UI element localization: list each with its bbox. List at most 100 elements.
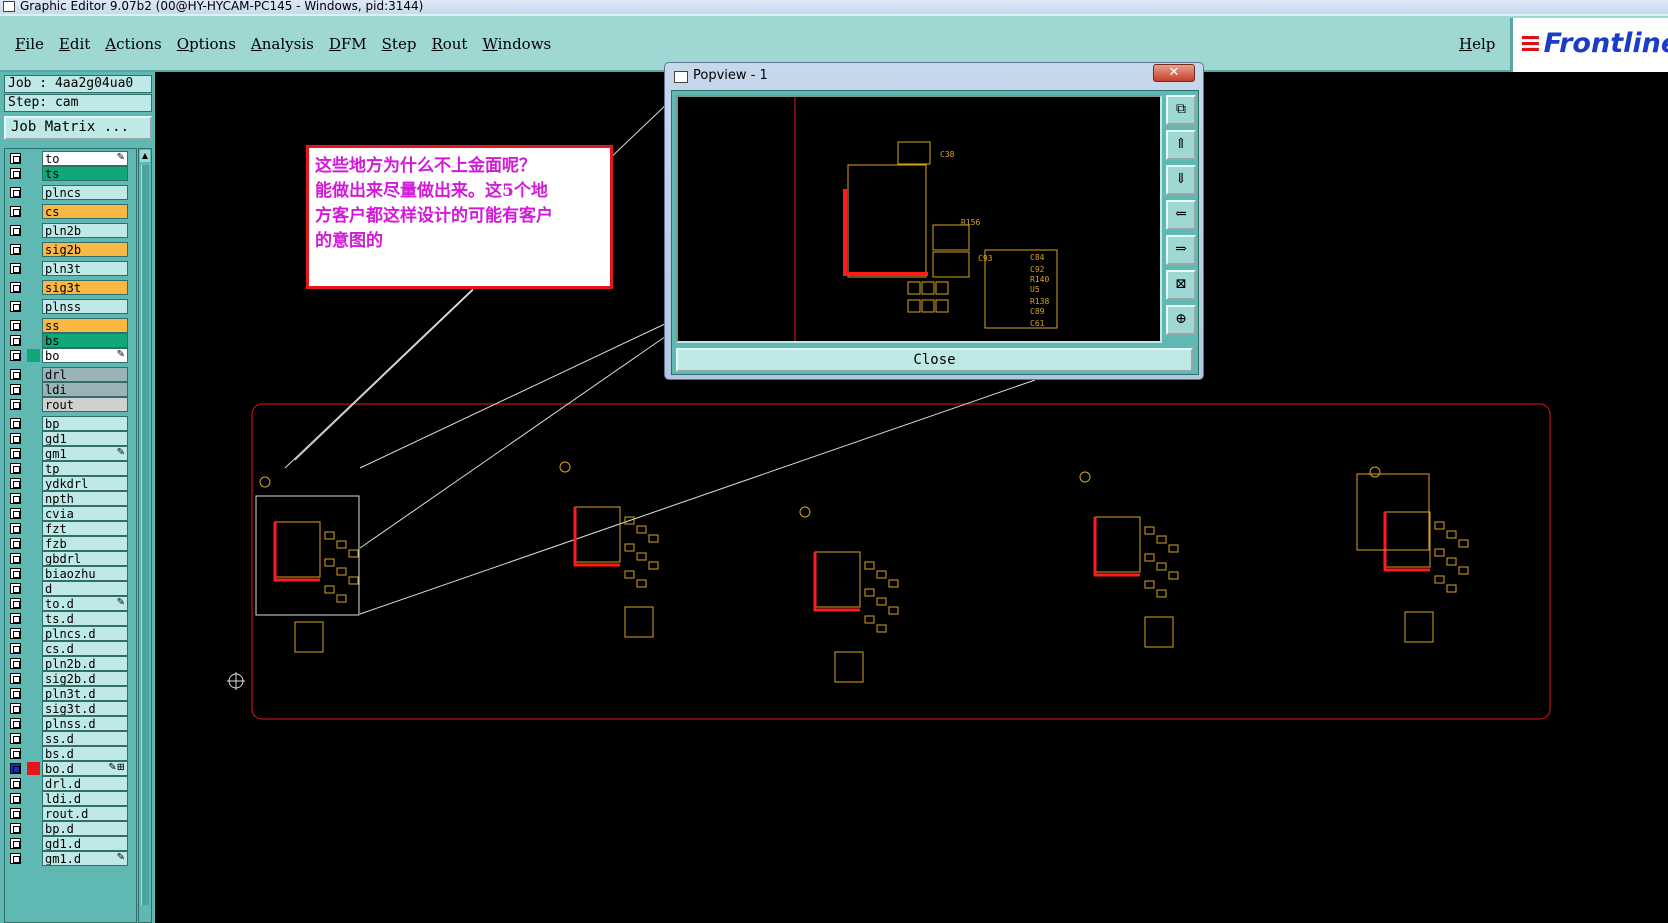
menu-help[interactable]: Help: [1459, 35, 1495, 53]
layer-row-bp-d[interactable]: bp.d: [7, 821, 128, 836]
layer-row-drl-d[interactable]: drl.d: [7, 776, 128, 791]
layer-checkbox[interactable]: [10, 643, 21, 654]
layer-checkbox[interactable]: [10, 206, 21, 217]
layer-name[interactable]: ldi: [42, 382, 128, 397]
layer-name[interactable]: sig3t.d: [42, 701, 128, 716]
layer-name[interactable]: gbdrl: [42, 551, 128, 566]
layer-row-cs-d[interactable]: cs.d: [7, 641, 128, 656]
layer-color-swatch[interactable]: [27, 300, 40, 313]
layer-checkbox[interactable]: [10, 718, 21, 729]
layer-color-swatch[interactable]: [27, 657, 40, 670]
layer-name[interactable]: fzb: [42, 536, 128, 551]
layer-color-swatch[interactable]: [27, 792, 40, 805]
layer-name[interactable]: bs: [42, 333, 128, 348]
layer-row-sig2b[interactable]: sig2b: [7, 242, 128, 257]
layer-checkbox[interactable]: [10, 688, 21, 699]
layer-checkbox[interactable]: [10, 478, 21, 489]
pan-up-icon[interactable]: ⇑: [1166, 130, 1196, 160]
layer-color-swatch[interactable]: [27, 762, 40, 775]
layer-checkbox[interactable]: [10, 350, 21, 361]
layer-name[interactable]: drl.d: [42, 776, 128, 791]
layer-name[interactable]: plnss: [42, 299, 128, 314]
layer-row-bo-d[interactable]: bo.d ✎⊞: [7, 761, 128, 776]
layer-name[interactable]: bp: [42, 416, 128, 431]
layer-row-gm1-d[interactable]: gm1.d ✎: [7, 851, 128, 866]
popview-canvas[interactable]: C38 R156 C84 C92 R140 U5 R138 C89 C61 C93: [676, 95, 1162, 343]
layer-name[interactable]: rout: [42, 397, 128, 412]
menu-dfm[interactable]: DFM: [329, 35, 367, 53]
layer-color-swatch[interactable]: [27, 747, 40, 760]
layer-checkbox[interactable]: [10, 384, 21, 395]
layer-checkbox[interactable]: [10, 613, 21, 624]
layer-color-swatch[interactable]: [27, 334, 40, 347]
layer-checkbox[interactable]: [10, 508, 21, 519]
layer-checkbox[interactable]: [10, 244, 21, 255]
layer-color-swatch[interactable]: [27, 672, 40, 685]
layer-row-pln2b-d[interactable]: pln2b.d: [7, 656, 128, 671]
layer-checkbox[interactable]: [10, 703, 21, 714]
layer-checkbox[interactable]: [10, 153, 21, 164]
layer-checkbox[interactable]: [10, 778, 21, 789]
layer-checkbox[interactable]: [10, 282, 21, 293]
layer-row-rout[interactable]: rout: [7, 397, 128, 412]
popview-close-button[interactable]: Close: [676, 348, 1193, 372]
layer-checkbox[interactable]: [10, 399, 21, 410]
layer-row-gd1[interactable]: gd1: [7, 431, 128, 446]
layer-color-swatch[interactable]: [27, 612, 40, 625]
layer-color-swatch[interactable]: [27, 398, 40, 411]
layer-row-pln2b[interactable]: pln2b: [7, 223, 128, 238]
menu-rout[interactable]: Rout: [431, 35, 467, 53]
menu-step[interactable]: Step: [382, 35, 417, 53]
menu-actions[interactable]: Actions: [105, 35, 161, 53]
layer-checkbox[interactable]: [10, 418, 21, 429]
layer-color-swatch[interactable]: [27, 732, 40, 745]
layer-row-sig3t[interactable]: sig3t: [7, 280, 128, 295]
zoom-window-icon[interactable]: ⧉: [1166, 95, 1196, 125]
layer-row-sig2b-d[interactable]: sig2b.d: [7, 671, 128, 686]
layer-row-fzt[interactable]: fzt: [7, 521, 128, 536]
layer-row-pln3t-d[interactable]: pln3t.d: [7, 686, 128, 701]
layer-color-swatch[interactable]: [27, 627, 40, 640]
layer-row-gd1-d[interactable]: gd1.d: [7, 836, 128, 851]
layer-name[interactable]: gm1.d: [42, 851, 128, 866]
layer-name[interactable]: ldi.d: [42, 791, 128, 806]
layer-row-cs[interactable]: cs: [7, 204, 128, 219]
layer-name[interactable]: cs: [42, 204, 128, 219]
layer-color-swatch[interactable]: [27, 552, 40, 565]
layer-color-swatch[interactable]: [27, 319, 40, 332]
layer-checkbox[interactable]: [10, 320, 21, 331]
layer-color-swatch[interactable]: [27, 186, 40, 199]
menu-analysis[interactable]: Analysis: [251, 35, 314, 53]
layer-color-swatch[interactable]: [27, 702, 40, 715]
layer-name[interactable]: cvia: [42, 506, 128, 521]
layer-color-swatch[interactable]: [27, 852, 40, 865]
layer-scrollbar[interactable]: ▲: [138, 148, 152, 923]
layer-checkbox[interactable]: [10, 658, 21, 669]
layer-color-swatch[interactable]: [27, 167, 40, 180]
layer-checkbox[interactable]: [10, 808, 21, 819]
layer-name[interactable]: plncs.d: [42, 626, 128, 641]
layer-checkbox[interactable]: [10, 493, 21, 504]
layer-checkbox[interactable]: [10, 433, 21, 444]
layer-row-ss-d[interactable]: ss.d: [7, 731, 128, 746]
layer-checkbox[interactable]: [10, 369, 21, 380]
layer-row-tp[interactable]: tp: [7, 461, 128, 476]
layer-row-d[interactable]: d: [7, 581, 128, 596]
layer-row-cvia[interactable]: cvia: [7, 506, 128, 521]
layer-name[interactable]: to: [42, 151, 128, 166]
layer-color-swatch[interactable]: [27, 447, 40, 460]
layer-name[interactable]: gd1.d: [42, 836, 128, 851]
layer-row-gbdrl[interactable]: gbdrl: [7, 551, 128, 566]
layer-row-ss[interactable]: ss: [7, 318, 128, 333]
layer-color-swatch[interactable]: [27, 537, 40, 550]
layer-name[interactable]: gm1: [42, 446, 128, 461]
layer-color-swatch[interactable]: [27, 152, 40, 165]
layer-name[interactable]: ydkdrl: [42, 476, 128, 491]
layer-color-swatch[interactable]: [27, 582, 40, 595]
job-matrix-button[interactable]: Job Matrix ...: [4, 116, 152, 140]
menu-file[interactable]: File: [15, 35, 44, 53]
layer-checkbox[interactable]: [10, 838, 21, 849]
layer-row-fzb[interactable]: fzb: [7, 536, 128, 551]
pan-down-icon[interactable]: ⇓: [1166, 165, 1196, 195]
layer-color-swatch[interactable]: [27, 432, 40, 445]
